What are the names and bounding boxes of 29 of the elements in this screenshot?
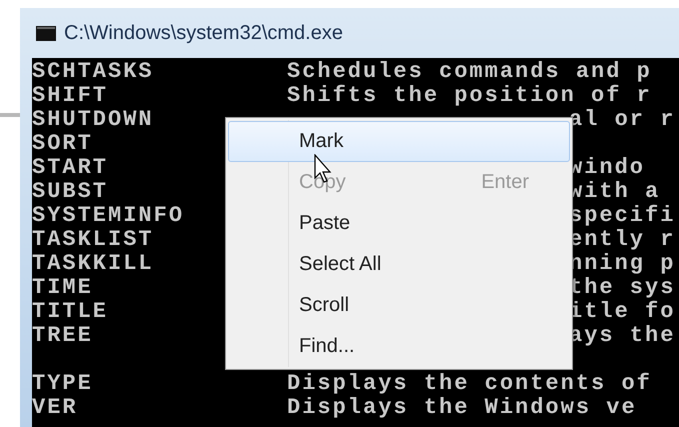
command-name: SUBST (32, 179, 108, 204)
command-name: SCHTASKS (32, 59, 154, 84)
command-name: TITLE (32, 299, 108, 324)
window-title: C:\Windows\system32\cmd.exe (64, 21, 343, 46)
command-name: TYPE (32, 371, 93, 396)
shortcut-label: Enter (481, 170, 529, 196)
command-name: START (32, 155, 108, 180)
command-name: TREE (32, 323, 93, 348)
command-name: SYSTEMINFO (32, 203, 184, 228)
menu-item[interactable]: Paste (228, 202, 570, 244)
menu-item[interactable]: Mark (228, 121, 570, 162)
console-icon (36, 26, 56, 40)
menu-item[interactable]: Scroll (228, 284, 570, 326)
command-description: Displays the Windows ve (287, 396, 637, 420)
command-name: TIME (32, 275, 93, 300)
command-name: TASKKILL (32, 251, 154, 276)
command-description: the sys (569, 276, 676, 300)
command-name: SHIFT (32, 83, 108, 108)
command-name: VER (32, 395, 78, 420)
command-description: itle fo (569, 300, 676, 324)
command-description: Schedules commands and p (287, 60, 652, 84)
menu-item[interactable]: Find... (228, 325, 570, 366)
menu-item[interactable]: Select All (228, 243, 570, 284)
command-description: Shifts the position of r (287, 84, 652, 108)
command-name: SHUTDOWN (32, 107, 154, 132)
command-description: specifi (569, 204, 676, 228)
command-description: Displays the contents of (287, 372, 652, 396)
command-name: SORT (32, 131, 93, 156)
command-name: TASKLIST (32, 227, 154, 252)
